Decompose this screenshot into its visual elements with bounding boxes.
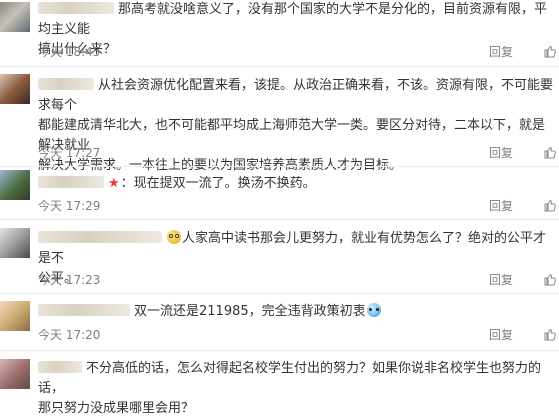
comment-time: 今天 17:20 [38, 328, 101, 342]
thumbs-up-icon[interactable] [542, 272, 556, 286]
comment-item: 那高考就没啥意义了，没有那个国家的大学不是分化的，目前资源有限，平均主义能 搞出… [0, 0, 559, 67]
comment-meta: 今天 17:20 回复 7 [38, 326, 556, 344]
comment-item: 人家高中读书那会儿更努力，就业有优势怎么了？绝对的公平才是不 公平。 今天 17… [0, 223, 559, 294]
thumbs-up-icon[interactable] [542, 44, 556, 58]
divider [0, 66, 559, 67]
comment-item: 双一流还是211985，完全违背政策初衷 今天 17:20 回复 7 [0, 296, 559, 351]
comment-item: ★：现在提双一流了。换汤不换药。 今天 17:29 回复 6 [0, 169, 559, 220]
reply-button[interactable]: 回复 [489, 271, 513, 288]
comment-line: 双一流还是211985，完全违背政策初衷 [134, 304, 366, 319]
username-blurred[interactable] [38, 304, 130, 316]
comment-meta: 今天 17:29 回复 6 [38, 197, 556, 215]
comment-text: 双一流还是211985，完全违背政策初衷 [38, 302, 553, 322]
comment-line: 从社会资源优化配置来看，该提。从政治正确来看，不该。资源有限，不可能要求每个 [38, 78, 554, 113]
comment-meta: 今天 18:45 回复 6 [38, 43, 556, 61]
comment-time: 今天 17:29 [38, 199, 101, 213]
verified-star-icon: ★ [108, 176, 120, 191]
username-blurred[interactable] [38, 176, 104, 188]
thumbs-up-icon[interactable] [542, 145, 556, 159]
avatar[interactable] [0, 359, 30, 389]
comment-item: 不分高低的话，怎么对得起名校学生付出的努力？如果你说非名校学生也努力的话， 那只… [0, 351, 559, 416]
comment-line: 那只努力没成果哪里会用？ [38, 401, 195, 416]
username-blurred[interactable] [38, 231, 162, 243]
avatar[interactable] [0, 301, 30, 331]
comment-item: 从社会资源优化配置来看，该提。从政治正确来看，不该。资源有限，不可能要求每个 都… [0, 70, 559, 173]
comment-line: 那高考就没啥意义了，没有那个国家的大学不是分化的，目前资源有限，平均主义能 [38, 2, 548, 37]
reply-button[interactable]: 回复 [489, 326, 513, 343]
reply-button[interactable]: 回复 [489, 144, 513, 161]
comment-time: 今天 18:45 [38, 45, 101, 59]
sweat-face-emoji-icon [366, 303, 381, 317]
avatar[interactable] [0, 228, 30, 258]
comment-line: 不分高低的话，怎么对得起名校学生付出的努力？如果你说非名校学生也努力的话， [38, 361, 542, 396]
divider [0, 293, 559, 294]
reply-button[interactable]: 回复 [489, 197, 513, 214]
divider [0, 219, 559, 220]
comment-meta: 今天 17:23 回复 5 [38, 271, 556, 289]
avatar[interactable] [0, 74, 30, 104]
comment-time: 今天 17:23 [38, 273, 101, 287]
username-blurred[interactable] [38, 361, 82, 373]
comment-meta: 今天 17:27 回复 7 [38, 144, 556, 162]
comment-time: 今天 17:27 [38, 146, 101, 160]
dizzy-face-emoji-icon [167, 230, 181, 244]
avatar[interactable] [0, 170, 30, 200]
comment-text: 不分高低的话，怎么对得起名校学生付出的努力？如果你说非名校学生也努力的话， 那只… [38, 359, 553, 419]
comment-text: ★：现在提双一流了。换汤不换药。 [38, 174, 553, 194]
username-blurred[interactable] [38, 78, 94, 90]
reply-button[interactable]: 回复 [489, 43, 513, 60]
thumbs-up-icon[interactable] [542, 198, 556, 212]
divider [0, 166, 559, 167]
avatar[interactable] [0, 2, 30, 32]
username-blurred[interactable] [38, 2, 114, 14]
comment-line: ：现在提双一流了。换汤不换药。 [120, 176, 316, 191]
thumbs-up-icon[interactable] [542, 327, 556, 341]
